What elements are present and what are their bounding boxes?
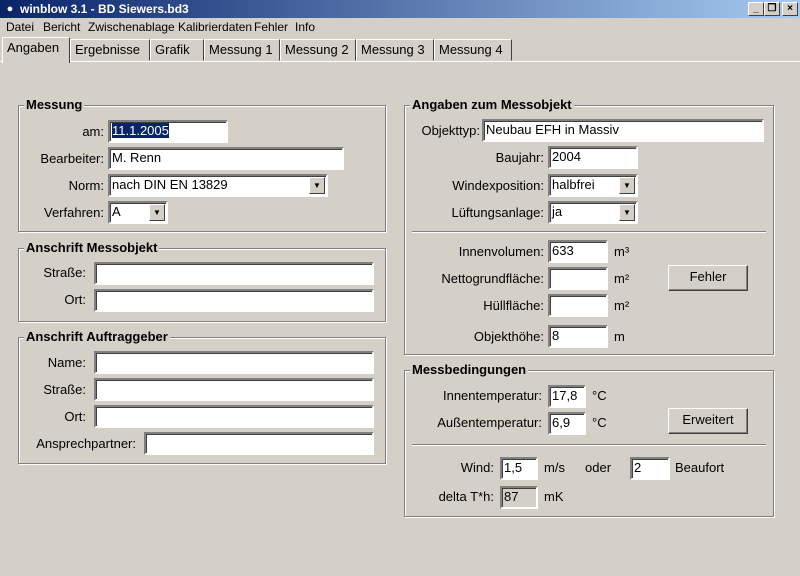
delta-unit: mK [544,489,564,504]
fehler-button[interactable]: Fehler [668,265,748,291]
windexposition-label: Windexposition: [452,178,544,193]
auftraggeber-name-field[interactable] [94,351,374,374]
wind-label: Wind: [460,460,494,475]
innenvolumen-field[interactable]: 633 [548,240,608,263]
aussentemperatur-unit: °C [592,415,607,430]
auftraggeber-name-label: Name: [47,355,86,370]
innenvolumen-label: Innenvolumen: [458,244,544,259]
objekthoehe-unit: m [614,329,625,344]
innentemperatur-unit: °C [592,388,607,403]
close-button[interactable]: × [782,2,798,16]
auftraggeber-ort-field[interactable] [94,405,374,428]
beaufort-field[interactable]: 2 [630,457,670,480]
menu-kalibrierdaten[interactable]: Kalibrierdaten [178,20,252,34]
norm-label: Norm: [68,178,104,193]
innentemperatur-label: Innentemperatur: [442,388,542,403]
group-anschrift-messobjekt-title: Anschrift Messobjekt [24,240,160,255]
objekthoehe-field[interactable]: 8 [548,325,608,348]
messobjekt-ort-label: Ort: [64,292,86,307]
objekthoehe-label: Objekthöhe: [473,329,544,344]
objekttyp-field[interactable]: Neubau EFH in Massiv [482,119,764,142]
chevron-down-icon[interactable]: ▼ [619,204,635,221]
tab-angaben[interactable]: Angaben [2,37,70,63]
messobjekt-ort-field[interactable] [94,289,374,312]
huellflaeche-label: Hüllfläche: [483,298,544,313]
nettogrundflaeche-unit: m² [614,271,630,286]
ansprechpartner-field[interactable] [144,432,374,455]
verfahren-value: A [112,204,121,219]
nettogrundflaeche-field[interactable] [548,267,608,290]
chevron-down-icon[interactable]: ▼ [309,177,325,194]
date-value: 11.1.2005 [112,123,169,138]
menu-datei[interactable]: Datei [6,20,34,34]
verfahren-label: Verfahren: [44,205,104,220]
beaufort-unit: Beaufort [675,460,725,475]
tab-ergebnisse[interactable]: Ergebnisse [70,39,150,61]
divider [412,231,766,233]
aussentemperatur-label: Außentemperatur: [437,415,542,430]
app-icon[interactable]: ● [2,1,18,17]
auftraggeber-ort-label: Ort: [64,409,86,424]
delta-field: 87 [500,486,538,509]
menu-zwischenablage[interactable]: Zwischenablage [88,20,175,34]
group-angaben-messobjekt-title: Angaben zum Messobjekt [410,97,574,112]
lueftungsanlage-label: Lüftungsanlage: [451,205,544,220]
lueftungsanlage-select[interactable]: ja ▼ [548,201,638,224]
innenvolumen-unit: m³ [614,244,630,259]
group-angaben-messobjekt [404,105,774,355]
minimize-button[interactable]: _ [748,2,764,16]
norm-value: nach DIN EN 13829 [112,177,228,192]
verfahren-select[interactable]: A ▼ [108,201,168,224]
restore-button[interactable]: ❐ [764,2,780,16]
messobjekt-strasse-field[interactable] [94,262,374,285]
group-messbedingungen-title: Messbedingungen [410,362,529,377]
windexposition-value: halbfrei [552,177,595,192]
wind-unit: m/s [544,460,565,475]
chevron-down-icon[interactable]: ▼ [149,204,165,221]
group-messung-title: Messung [24,97,85,112]
window-title: winblow 3.1 - BD Siewers.bd3 [20,2,189,16]
group-anschrift-auftraggeber-title: Anschrift Auftraggeber [24,329,170,344]
ansprechpartner-label: Ansprechpartner: [36,436,136,451]
tab-messung-3[interactable]: Messung 3 [356,39,434,61]
chevron-down-icon[interactable]: ▼ [619,177,635,194]
bearbeiter-label: Bearbeiter: [40,151,104,166]
tab-messung-4[interactable]: Messung 4 [434,39,512,61]
delta-label: delta T*h: [438,489,494,504]
tab-grafik[interactable]: Grafik [150,39,204,61]
baujahr-field[interactable]: 2004 [548,146,638,169]
wind-field[interactable]: 1,5 [500,457,538,480]
am-label: am: [82,124,104,139]
tab-messung-2[interactable]: Messung 2 [280,39,356,61]
bearbeiter-field[interactable]: M. Renn [108,147,344,170]
aussentemperatur-field[interactable]: 6,9 [548,412,586,435]
tab-messung-1[interactable]: Messung 1 [204,39,280,61]
menu-bericht[interactable]: Bericht [43,20,80,34]
auftraggeber-strasse-label: Straße: [43,382,86,397]
messobjekt-strasse-label: Straße: [43,265,86,280]
huellflaeche-field[interactable] [548,294,608,317]
windexposition-select[interactable]: halbfrei ▼ [548,174,638,197]
date-field[interactable]: 11.1.2005 [108,120,228,143]
auftraggeber-strasse-field[interactable] [94,378,374,401]
objekttyp-label: Objekttyp: [421,123,480,138]
huellflaeche-unit: m² [614,298,630,313]
baujahr-label: Baujahr: [495,150,544,165]
nettogrundflaeche-label: Nettogrundfläche: [441,271,544,286]
menu-info[interactable]: Info [295,20,315,34]
menu-fehler[interactable]: Fehler [254,20,288,34]
erweitert-button[interactable]: Erweitert [668,408,748,434]
divider [412,444,766,446]
lueftungsanlage-value: ja [552,204,563,219]
innentemperatur-field[interactable]: 17,8 [548,385,586,408]
norm-select[interactable]: nach DIN EN 13829 ▼ [108,174,328,197]
oder-label: oder [585,460,612,475]
